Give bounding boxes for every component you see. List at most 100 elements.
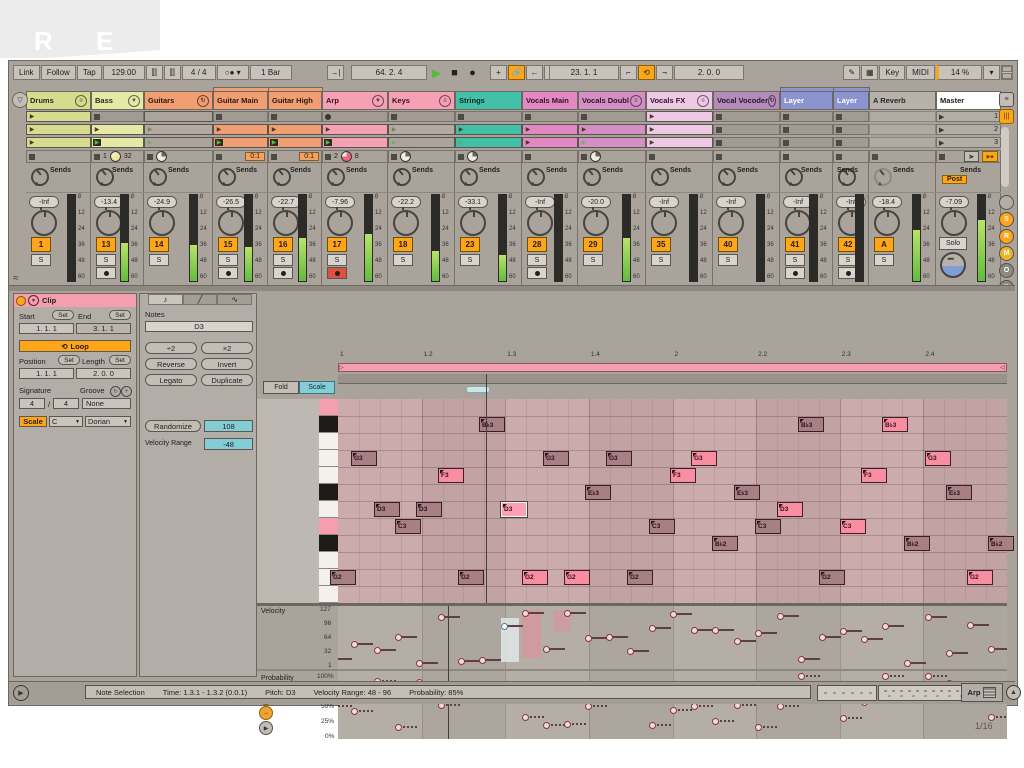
stop-all-clips-icon[interactable] [525, 154, 531, 160]
clip-play-icon[interactable]: ▶ [524, 126, 532, 133]
clip-play-icon[interactable]: ▶ [390, 139, 398, 146]
solo-button[interactable]: S [149, 254, 169, 266]
randomize-amount-field[interactable]: 108 [204, 420, 253, 432]
track-header-a-reverb[interactable]: A Reverb [869, 91, 936, 110]
solo-button[interactable]: S [393, 254, 413, 266]
probability-marker[interactable] [522, 714, 529, 721]
clip-slot[interactable] [869, 137, 936, 148]
velocity-marker[interactable] [374, 647, 381, 654]
track-stop-row[interactable] [144, 150, 213, 163]
track-stop-row[interactable]: 28 [322, 150, 388, 163]
sends-toggle-icon[interactable]: S [999, 212, 1014, 227]
note-tool-duplicate-button[interactable]: Duplicate [201, 374, 253, 386]
returns-toggle-icon[interactable]: R [999, 229, 1014, 244]
midi-note[interactable]: G2 [819, 570, 845, 585]
track-header-drums[interactable]: Drums≡ [26, 91, 91, 110]
clip-slot[interactable]: ▶ [268, 124, 322, 135]
volume-value-field[interactable]: -26.5 [216, 196, 246, 208]
clip-slot[interactable]: ▶ [646, 137, 713, 148]
mixer-section-toggle-icon[interactable] [999, 195, 1014, 210]
scrub-area[interactable] [338, 374, 1007, 384]
arm-button[interactable] [273, 267, 293, 279]
volume-value-field[interactable]: -7.09 [939, 196, 969, 208]
send-a-knob[interactable] [583, 168, 601, 186]
clip-end-field[interactable]: 3. 1. 1 [76, 323, 131, 334]
stop-all-clips-icon[interactable] [939, 154, 945, 160]
clip-slot[interactable]: ▶ [144, 124, 213, 135]
scale-name-selector[interactable]: Dorian▼ [85, 416, 131, 427]
volume-value-field[interactable]: -22.2 [391, 196, 421, 208]
piano-key[interactable] [319, 450, 338, 467]
midi-note[interactable]: F3 [861, 468, 887, 483]
lane-next-button[interactable]: → [259, 706, 273, 720]
pan-knob[interactable] [273, 210, 299, 236]
punch-out-icon[interactable]: ¬ [656, 65, 673, 80]
piano-key[interactable] [319, 467, 338, 484]
track-header-layer[interactable]: Layer [780, 91, 833, 110]
back-to-session-button[interactable]: ▶■ [982, 151, 998, 162]
probability-marker[interactable] [351, 708, 358, 715]
volume-value-field[interactable]: -18.4 [872, 196, 902, 208]
volume-value-field[interactable]: -Inf [29, 196, 59, 208]
track-stop-row[interactable] [578, 150, 646, 163]
tab-notes[interactable]: ♪ [148, 294, 183, 305]
clip-slot[interactable]: ▶ [646, 124, 713, 135]
solo-button[interactable]: S [460, 254, 480, 266]
volume-value-field[interactable]: -Inf [525, 196, 555, 208]
solo-button[interactable]: S [785, 254, 805, 266]
stop-button[interactable]: ■ [446, 65, 463, 80]
arm-button[interactable] [527, 267, 547, 279]
track-header-icon[interactable]: ↻ [197, 95, 209, 107]
velocity-marker[interactable] [543, 646, 550, 653]
midi-note[interactable]: B♭2 [904, 536, 930, 551]
clip-collapse-icon[interactable]: ▼ [28, 295, 39, 306]
stop-all-clips-icon[interactable] [271, 154, 277, 160]
volume-value-field[interactable]: -33.1 [458, 196, 488, 208]
tap-tempo-button[interactable]: Tap [77, 65, 102, 80]
track-header-icon[interactable]: ▼ [372, 95, 384, 107]
note-tool-invert-button[interactable]: Invert [201, 358, 253, 370]
punch-in-icon[interactable]: ⌐ [620, 65, 637, 80]
velocity-marker[interactable] [925, 614, 932, 621]
position-set-button[interactable]: Set [58, 355, 80, 365]
scale-fold-button[interactable]: Scale [299, 381, 335, 394]
clip-play-icon[interactable]: ▶ [28, 139, 36, 146]
probability-marker[interactable] [755, 724, 762, 731]
clip-play-icon[interactable]: ▶ [324, 126, 332, 133]
clip-slot[interactable]: ▶ [388, 137, 455, 148]
clip-slot[interactable] [780, 124, 833, 135]
clip-slot[interactable]: ▶ [26, 124, 91, 135]
loop-length-field[interactable]: 2. 0. 0 [674, 65, 744, 80]
clip-play-icon[interactable]: ▶ [390, 126, 398, 133]
clip-slot[interactable]: ▶1 [936, 111, 1001, 122]
stop-all-clips-icon[interactable] [29, 154, 35, 160]
velocity-marker[interactable] [351, 641, 358, 648]
volume-value-field[interactable]: -Inf [649, 196, 679, 208]
arrangement-position-field[interactable]: 64. 2. 4 [351, 65, 427, 80]
clip-play-icon[interactable]: ▶ [146, 139, 154, 146]
piano-key[interactable] [319, 433, 338, 450]
midi-note[interactable]: F3 [670, 468, 696, 483]
midi-note[interactable]: D3 [416, 502, 442, 517]
groove-commit-icon[interactable]: ↻ [110, 386, 121, 397]
piano-key[interactable] [319, 501, 338, 518]
clip-stop-icon[interactable] [716, 127, 722, 133]
volume-value-field[interactable]: -20.0 [581, 196, 611, 208]
pan-knob[interactable] [874, 210, 900, 236]
volume-value-field[interactable]: -7.96 [325, 196, 355, 208]
track-stop-row[interactable] [646, 150, 713, 163]
pan-knob[interactable] [31, 210, 57, 236]
note-tool-legato-button[interactable]: Legato [145, 374, 197, 386]
mixer-toggle-icon[interactable]: M [999, 246, 1014, 261]
track-stop-row[interactable]: 0:1 [268, 150, 322, 163]
solo-button[interactable]: S [31, 254, 51, 266]
solo-button[interactable]: S [327, 254, 347, 266]
send-a-knob[interactable] [460, 168, 478, 186]
pitch-row-header[interactable] [257, 586, 319, 604]
track-number-button[interactable]: 15 [218, 237, 238, 252]
midi-note[interactable]: G2 [458, 570, 484, 585]
velocity-marker[interactable] [967, 622, 974, 629]
link-button[interactable]: Link [13, 65, 40, 80]
clip-slot[interactable] [713, 111, 780, 122]
clip-stop-icon[interactable] [783, 114, 789, 120]
